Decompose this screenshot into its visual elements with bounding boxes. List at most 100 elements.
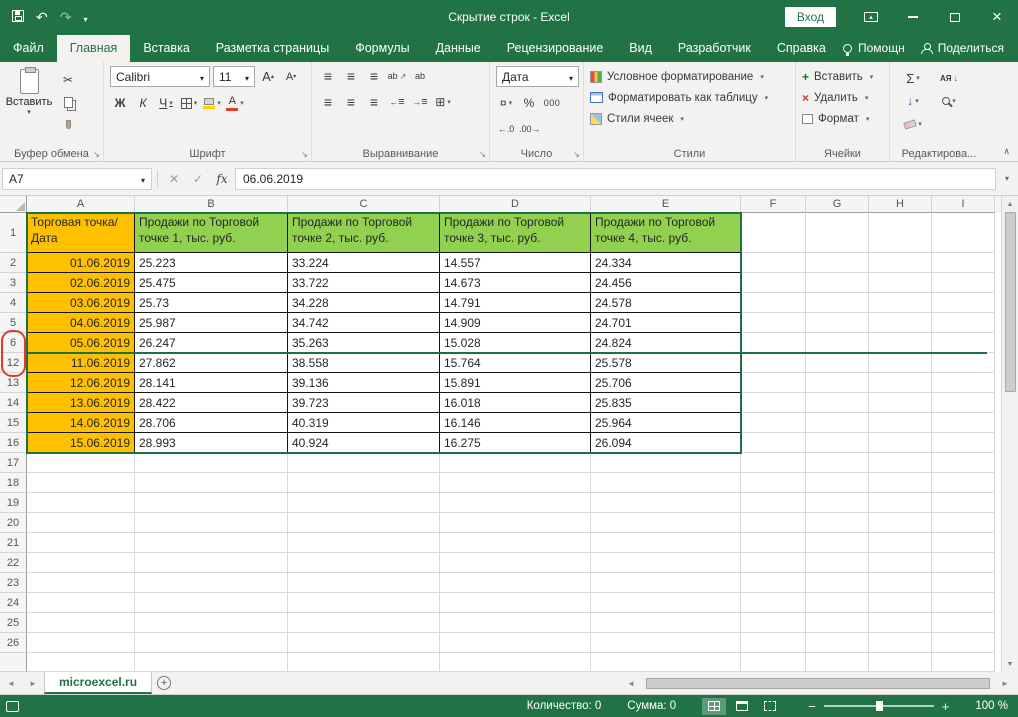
cell-F19[interactable] [741,493,806,513]
cell-I[interactable] [932,653,995,672]
align-center-icon[interactable] [341,92,361,112]
cell-B26[interactable] [135,633,288,653]
cell-G24[interactable] [806,593,869,613]
comma-format-icon[interactable]: 000 [542,93,562,113]
cell-E3[interactable]: 24.456 [591,273,741,293]
cell-E26[interactable] [591,633,741,653]
fill-color-icon[interactable] [202,93,222,113]
decrease-indent-icon[interactable] [387,92,407,112]
cell-I17[interactable] [932,453,995,473]
increase-indent-icon[interactable] [410,92,430,112]
cell-A17[interactable] [27,453,135,473]
copy-icon[interactable] [58,92,78,112]
cell-E18[interactable] [591,473,741,493]
cell-C25[interactable] [288,613,440,633]
cell-B24[interactable] [135,593,288,613]
cell-A3[interactable]: 02.06.2019 [27,273,135,293]
clipboard-dialog-launcher-icon[interactable]: ↘ [93,150,100,159]
cell-H12[interactable] [869,353,932,373]
cell-I20[interactable] [932,513,995,533]
cell-A23[interactable] [27,573,135,593]
cell-C2[interactable]: 33.224 [288,253,440,273]
cell-F1[interactable] [741,213,806,253]
cell-I14[interactable] [932,393,995,413]
currency-format-icon[interactable] [496,93,516,113]
cell-E21[interactable] [591,533,741,553]
cell-A26[interactable] [27,633,135,653]
normal-view-icon[interactable] [702,698,726,715]
name-box-caret-icon[interactable] [141,172,145,186]
cell-B4[interactable]: 25.73 [135,293,288,313]
row-header-19[interactable]: 19 [0,493,27,513]
cell-E5[interactable]: 24.701 [591,313,741,333]
percent-format-icon[interactable]: % [519,93,539,113]
sheet-nav-right-icon[interactable]: ► [22,672,44,694]
row-header-4[interactable]: 4 [0,293,27,313]
tab-Формулы[interactable]: Формулы [342,35,422,62]
cell-A1[interactable]: Торговая точка/ Дата [27,213,135,253]
cell-D16[interactable]: 16.275 [440,433,591,453]
row-header-filler[interactable] [0,653,27,672]
cell-E4[interactable]: 24.578 [591,293,741,313]
italic-button[interactable]: К [133,93,153,113]
find-select-icon[interactable] [932,91,966,111]
cell-D21[interactable] [440,533,591,553]
cell-F22[interactable] [741,553,806,573]
cell-I15[interactable] [932,413,995,433]
cell-E15[interactable]: 25.964 [591,413,741,433]
cell-G18[interactable] [806,473,869,493]
tab-Главная[interactable]: Главная [57,35,131,62]
cell-D1[interactable]: Продажи по Торговой точке 3, тыс. руб. [440,213,591,253]
cell-G6[interactable] [806,333,869,353]
cell-E14[interactable]: 25.835 [591,393,741,413]
row-header-17[interactable]: 17 [0,453,27,473]
cell-A22[interactable] [27,553,135,573]
cell-F[interactable] [741,653,806,672]
cell-D15[interactable]: 16.146 [440,413,591,433]
format-as-table-button[interactable]: Форматировать как таблицу [590,87,791,108]
cell-I16[interactable] [932,433,995,453]
cell-H2[interactable] [869,253,932,273]
tab-Справка[interactable]: Справка [764,35,839,62]
row-header-1[interactable]: 1 [0,213,27,253]
horizontal-scrollbar[interactable]: ◄ ► [618,672,1018,694]
cell-D25[interactable] [440,613,591,633]
cell-G20[interactable] [806,513,869,533]
cell-I25[interactable] [932,613,995,633]
cell-B17[interactable] [135,453,288,473]
cell-F2[interactable] [741,253,806,273]
cell-C5[interactable]: 34.742 [288,313,440,333]
cell-A2[interactable]: 01.06.2019 [27,253,135,273]
cell-A18[interactable] [27,473,135,493]
cell-C4[interactable]: 34.228 [288,293,440,313]
cell-A12[interactable]: 11.06.2019 [27,353,135,373]
scroll-up-icon[interactable]: ▲ [1002,196,1018,212]
cell-B19[interactable] [135,493,288,513]
align-left-icon[interactable] [318,92,338,112]
cell-A15[interactable]: 14.06.2019 [27,413,135,433]
cell-I26[interactable] [932,633,995,653]
cell-I24[interactable] [932,593,995,613]
cell-D6[interactable]: 15.028 [440,333,591,353]
cell-I22[interactable] [932,553,995,573]
cell-F23[interactable] [741,573,806,593]
cell-E24[interactable] [591,593,741,613]
cell-B1[interactable]: Продажи по Торговой точке 1, тыс. руб. [135,213,288,253]
cell-C15[interactable]: 40.319 [288,413,440,433]
cell-I13[interactable] [932,373,995,393]
underline-button[interactable]: Ч [156,93,176,113]
confirm-entry-icon[interactable] [187,168,209,190]
align-right-icon[interactable] [364,92,384,112]
cell-F21[interactable] [741,533,806,553]
cell-H[interactable] [869,653,932,672]
bold-button[interactable]: Ж [110,93,130,113]
sheet-tab-active[interactable]: microexcel.ru [44,672,152,694]
cell-B3[interactable]: 25.475 [135,273,288,293]
cell-G2[interactable] [806,253,869,273]
cell-F16[interactable] [741,433,806,453]
cell-B22[interactable] [135,553,288,573]
insert-cells-button[interactable]: + Вставить [802,66,885,87]
cell-C16[interactable]: 40.924 [288,433,440,453]
cell-B[interactable] [135,653,288,672]
cell-E19[interactable] [591,493,741,513]
